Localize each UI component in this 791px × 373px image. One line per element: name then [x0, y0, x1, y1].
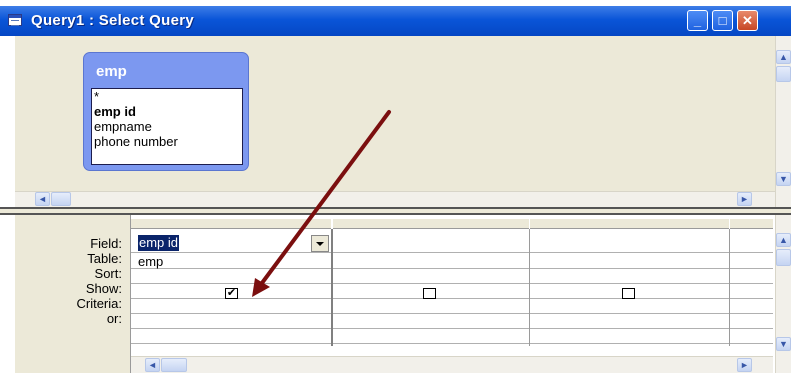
- annotation-arrow: [252, 110, 391, 297]
